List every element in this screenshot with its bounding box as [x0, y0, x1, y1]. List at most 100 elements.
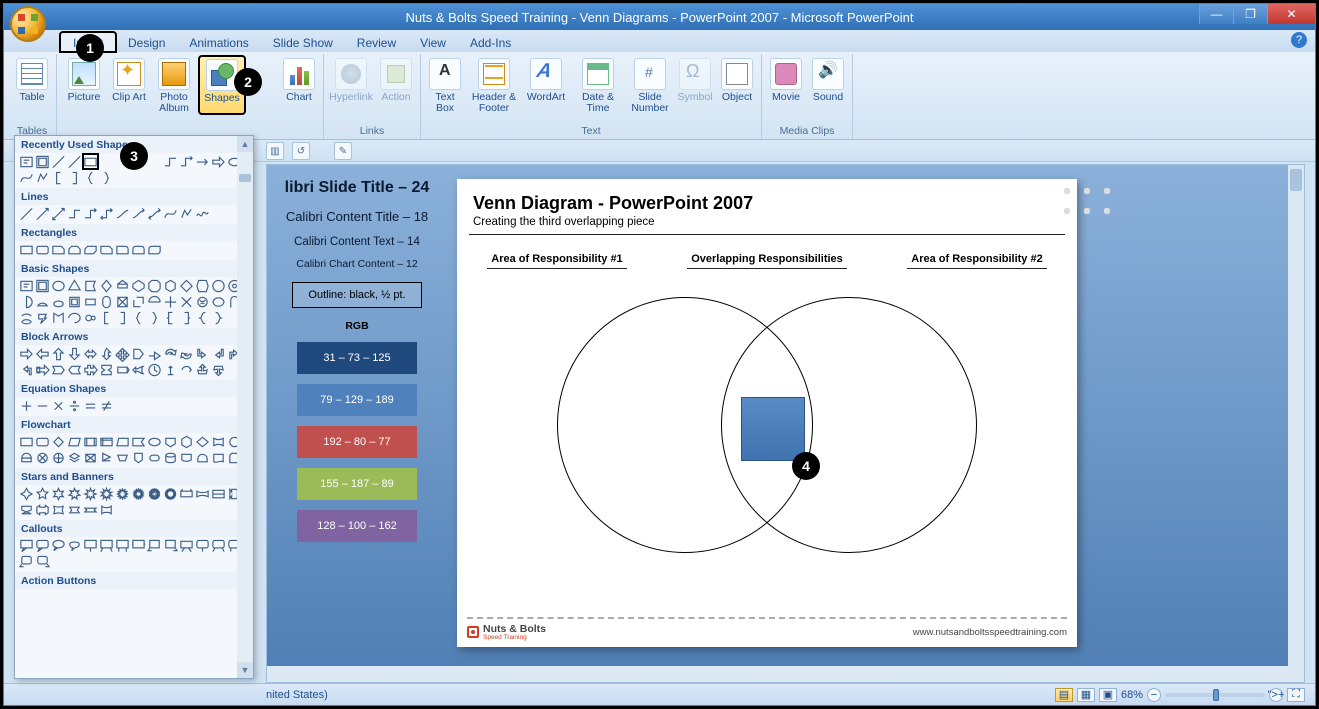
- shape-item-icon[interactable]: [211, 294, 226, 309]
- shape-item-icon[interactable]: [67, 502, 82, 517]
- shape-rbrace-icon[interactable]: [99, 170, 114, 185]
- shape-item-icon[interactable]: [179, 450, 194, 465]
- shape-rounddiag-icon[interactable]: [147, 242, 162, 257]
- shape-item-icon[interactable]: [147, 346, 162, 361]
- shape-item-icon[interactable]: [67, 346, 82, 361]
- shapes-panel-scrollbar[interactable]: ▲ ▼: [237, 136, 253, 678]
- shape-item-icon[interactable]: [163, 362, 178, 377]
- shape-item-icon[interactable]: [211, 278, 226, 293]
- shape-notequal-icon[interactable]: [99, 398, 114, 413]
- shape-item-icon[interactable]: [51, 294, 66, 309]
- shape-connector-icon[interactable]: [179, 154, 194, 169]
- shape-item-icon[interactable]: [211, 346, 226, 361]
- shape-round1-icon[interactable]: [115, 242, 130, 257]
- shape-curve-arrow-icon[interactable]: [131, 206, 146, 221]
- shape-line-icon[interactable]: [67, 154, 82, 169]
- shape-item-icon[interactable]: [51, 538, 66, 553]
- shape-item-icon[interactable]: [131, 538, 146, 553]
- shape-rect-icon[interactable]: [19, 242, 34, 257]
- shape-item-icon[interactable]: [115, 434, 130, 449]
- shape-item-icon[interactable]: [195, 538, 210, 553]
- shape-item-icon[interactable]: [179, 486, 194, 501]
- cmd-photo-album[interactable]: Photo Album: [151, 56, 197, 114]
- help-button[interactable]: ?: [1291, 32, 1307, 48]
- shape-item-icon[interactable]: [195, 294, 210, 309]
- shape-item-icon[interactable]: [115, 294, 130, 309]
- shape-item-icon[interactable]: [179, 362, 194, 377]
- cmd-clipart[interactable]: Clip Art: [109, 56, 149, 114]
- shape-item-icon[interactable]: [99, 486, 114, 501]
- shape-item-icon[interactable]: [211, 362, 226, 377]
- shape-item-icon[interactable]: [179, 346, 194, 361]
- venn-overlap-rect[interactable]: [741, 397, 805, 461]
- tab-design[interactable]: Design: [116, 33, 177, 52]
- shape-curve-icon[interactable]: [163, 206, 178, 221]
- shape-item-icon[interactable]: [179, 310, 194, 325]
- shape-item-icon[interactable]: [195, 310, 210, 325]
- cmd-wordart[interactable]: WordArt: [523, 56, 569, 114]
- shape-item-icon[interactable]: [35, 502, 50, 517]
- shape-item-icon[interactable]: [99, 278, 114, 293]
- view-slideshow-button[interactable]: ▣: [1099, 688, 1117, 702]
- shape-item-icon[interactable]: [83, 450, 98, 465]
- shape-item-icon[interactable]: [19, 502, 34, 517]
- shape-item-icon[interactable]: [131, 434, 146, 449]
- zoom-out-button[interactable]: −: [1147, 688, 1161, 702]
- qat-btn[interactable]: ✎: [334, 142, 352, 160]
- shape-item-icon[interactable]: [83, 294, 98, 309]
- view-normal-button[interactable]: ▤: [1055, 688, 1073, 702]
- shape-item-icon[interactable]: [99, 434, 114, 449]
- cmd-movie[interactable]: Movie: [766, 56, 806, 103]
- view-sorter-button[interactable]: ▦: [1077, 688, 1095, 702]
- shape-item-icon[interactable]: [67, 362, 82, 377]
- shape-item-icon[interactable]: [83, 538, 98, 553]
- shape-item-icon[interactable]: [19, 434, 34, 449]
- shape-equal-icon[interactable]: [83, 398, 98, 413]
- cmd-slide-number[interactable]: Slide Number: [627, 56, 673, 114]
- shape-item-icon[interactable]: [19, 310, 34, 325]
- shape-item-icon[interactable]: [67, 434, 82, 449]
- cmd-hyperlink[interactable]: Hyperlink: [328, 56, 374, 103]
- shape-item-icon[interactable]: [147, 362, 162, 377]
- shape-item-icon[interactable]: [67, 486, 82, 501]
- shape-item-icon[interactable]: [99, 502, 114, 517]
- shape-snipround-icon[interactable]: [99, 242, 114, 257]
- shape-curve-icon[interactable]: [19, 170, 34, 185]
- cmd-table[interactable]: Table: [12, 56, 52, 103]
- tab-addins[interactable]: Add-Ins: [458, 33, 523, 52]
- editor-hscrollbar[interactable]: [267, 666, 1288, 682]
- shape-elbow-arrow-icon[interactable]: [83, 206, 98, 221]
- shape-item-icon[interactable]: [35, 346, 50, 361]
- shape-item-icon[interactable]: [51, 450, 66, 465]
- shape-snip2-icon[interactable]: [67, 242, 82, 257]
- shape-sniprect-icon[interactable]: [51, 242, 66, 257]
- shape-item-icon[interactable]: [83, 502, 98, 517]
- maximize-button[interactable]: ❐: [1233, 4, 1267, 24]
- shape-item-icon[interactable]: [51, 346, 66, 361]
- shape-divide-icon[interactable]: [67, 398, 82, 413]
- shape-item-icon[interactable]: [163, 278, 178, 293]
- shape-item-icon[interactable]: [51, 502, 66, 517]
- shape-connector-icon[interactable]: [163, 154, 178, 169]
- shape-item-icon[interactable]: [211, 486, 226, 501]
- shape-item-icon[interactable]: [131, 346, 146, 361]
- cmd-action[interactable]: Action: [376, 56, 416, 103]
- shape-item-icon[interactable]: [67, 278, 82, 293]
- shape-textbox-icon[interactable]: [19, 154, 34, 169]
- shape-plus-icon[interactable]: [19, 398, 34, 413]
- shape-item-icon[interactable]: [83, 346, 98, 361]
- shape-item-icon[interactable]: [163, 486, 178, 501]
- shape-item-icon[interactable]: [19, 450, 34, 465]
- shape-item-icon[interactable]: [19, 346, 34, 361]
- shape-item-icon[interactable]: [35, 278, 50, 293]
- shape-multiply-icon[interactable]: [51, 398, 66, 413]
- shape-item-icon[interactable]: [19, 554, 34, 569]
- office-button[interactable]: [10, 6, 46, 42]
- shape-item-icon[interactable]: [51, 434, 66, 449]
- tab-view[interactable]: View: [408, 33, 458, 52]
- shape-item-icon[interactable]: [131, 310, 146, 325]
- shape-item-icon[interactable]: [83, 434, 98, 449]
- shape-item-icon[interactable]: [131, 362, 146, 377]
- fit-to-window-button[interactable]: ⛶: [1287, 688, 1305, 702]
- close-button[interactable]: ✕: [1267, 4, 1315, 24]
